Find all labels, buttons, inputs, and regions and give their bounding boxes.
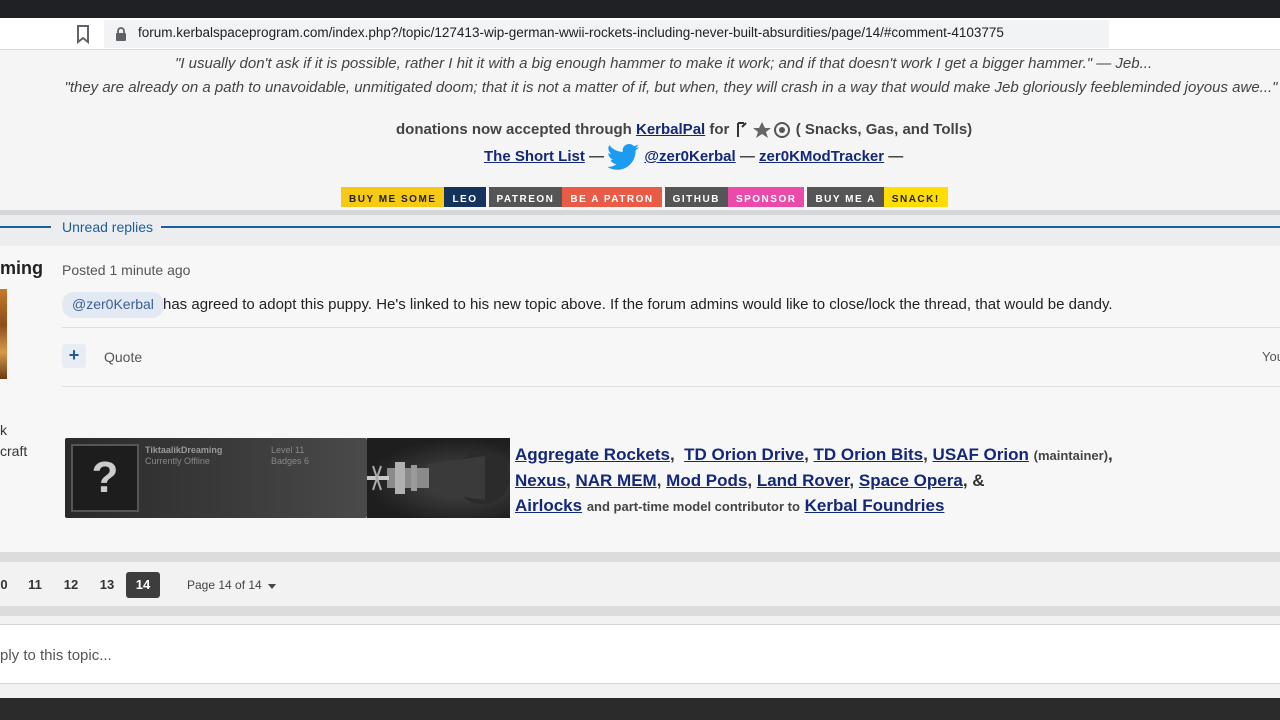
divider bbox=[62, 386, 1280, 387]
mod-pods-link[interactable]: Mod Pods bbox=[666, 471, 747, 490]
support-badge[interactable]: BUY ME SOME LEO bbox=[341, 187, 486, 207]
td-orion-bits-link[interactable]: TD Orion Bits bbox=[814, 445, 924, 464]
page-link-active[interactable]: 14 bbox=[126, 572, 160, 598]
caret-down-icon bbox=[268, 583, 277, 589]
quote-button[interactable]: Quote bbox=[104, 349, 142, 365]
donations-prefix: donations now accepted through bbox=[396, 121, 636, 138]
question-mark-icon: ? bbox=[71, 444, 139, 512]
profile-status: Currently Offline bbox=[145, 456, 210, 466]
reaction-partial-text: You bbox=[1262, 349, 1280, 364]
nexus-link[interactable]: Nexus bbox=[515, 471, 566, 490]
post-timestamp: Posted 1 minute ago bbox=[62, 262, 190, 278]
divider-line-right bbox=[161, 226, 1280, 228]
posted-time[interactable]: 1 minute ago bbox=[109, 262, 190, 278]
previous-post-signature: "I usually don't ask if it is possible, … bbox=[0, 50, 1280, 210]
pagination: 0 11 12 13 14 Page 14 of 14 bbox=[0, 562, 1280, 606]
ampersand: , & bbox=[962, 471, 985, 490]
posted-prefix: Posted bbox=[62, 262, 110, 278]
reply-placeholder[interactable]: ply to this topic... bbox=[0, 647, 112, 664]
badge-right-label: SNACK! bbox=[883, 187, 948, 207]
donations-suffix: ( Snacks, Gas, and Tolls) bbox=[795, 121, 973, 138]
short-list-link[interactable]: The Short List bbox=[484, 148, 585, 165]
badge-left-label: BUY ME A bbox=[807, 187, 884, 207]
kerbalpal-link[interactable]: KerbalPal bbox=[636, 121, 705, 138]
browser-address-bar: forum.kerbalspaceprogram.com/index.php?/… bbox=[0, 18, 1280, 50]
profile-level: Level 11 bbox=[271, 445, 305, 455]
page-link[interactable]: 12 bbox=[58, 572, 84, 598]
support-badges: BUY ME SOME LEO PATREON BE A PATRON GITHUB SP… bbox=[341, 187, 951, 207]
kerbal-foundries-link[interactable]: Kerbal Foundries bbox=[805, 496, 945, 515]
url-text[interactable]: forum.kerbalspaceprogram.com/index.php?/… bbox=[138, 25, 1004, 40]
rocket-engine-icon bbox=[367, 452, 510, 504]
twitter-handle-link[interactable]: @zer0Kerbal bbox=[644, 148, 735, 165]
support-badge[interactable]: PATREON BE A PATRON bbox=[488, 187, 662, 207]
badge-left-label: PATREON bbox=[488, 187, 563, 207]
divider-inner bbox=[0, 215, 1280, 246]
bottom-bar bbox=[0, 698, 1280, 720]
section-separator bbox=[0, 606, 1280, 616]
airlocks-link[interactable]: Airlocks bbox=[515, 496, 582, 515]
profile-name: TiktaalikDreaming bbox=[145, 445, 223, 455]
page-of-label: Page 14 of 14 bbox=[187, 578, 262, 592]
donations-line: donations now accepted through KerbalPal… bbox=[396, 121, 972, 139]
author-info-partial: craft bbox=[0, 443, 28, 459]
badge-right-label: SPONSOR bbox=[727, 187, 805, 207]
dash: — bbox=[884, 148, 904, 165]
user-mention[interactable]: @zer0Kerbal bbox=[62, 292, 164, 318]
maintainer-note: (maintainer) bbox=[1033, 448, 1109, 463]
dash: — bbox=[735, 148, 760, 165]
avatar[interactable] bbox=[0, 289, 7, 379]
badge-right-label: BE A PATRON bbox=[562, 187, 662, 207]
dash: — bbox=[584, 148, 609, 165]
usaf-orion-link[interactable]: USAF Orion bbox=[933, 445, 1029, 464]
page-jump-dropdown[interactable]: Page 14 of 14 bbox=[187, 578, 277, 592]
jeb-quote-2: "they are already on a path to unavoidab… bbox=[64, 79, 1278, 96]
space-opera-link[interactable]: Space Opera bbox=[859, 471, 963, 490]
mod-list: Aggregate Rockets, TD Orion Drive, TD Or… bbox=[515, 445, 1113, 515]
page-link[interactable]: 13 bbox=[94, 572, 120, 598]
badge-right-label: LEO bbox=[444, 187, 486, 207]
forum-post: ming Posted 1 minute ago @zer0Kerbal has… bbox=[0, 246, 1280, 552]
support-badge[interactable]: BUY ME A SNACK! bbox=[807, 187, 948, 207]
reply-editor[interactable]: ply to this topic... bbox=[0, 624, 1280, 684]
contributor-note: and part-time model contributor to bbox=[586, 499, 800, 514]
support-badge[interactable]: GITHUB SPONSOR bbox=[664, 187, 805, 207]
jeb-quote-1: "I usually don't ask if it is possible, … bbox=[175, 55, 1153, 72]
td-orion-drive-link[interactable]: TD Orion Drive bbox=[684, 445, 804, 464]
steam-profile-card[interactable]: ? TiktaalikDreaming Currently Offline Le… bbox=[65, 438, 367, 518]
profile-badges: Badges 6 bbox=[271, 456, 310, 466]
rocket-engine-image bbox=[367, 438, 510, 518]
unread-replies-label: Unread replies bbox=[62, 219, 154, 235]
author-info-partial: k bbox=[0, 422, 7, 438]
bookmark-icon[interactable] bbox=[74, 24, 92, 44]
mod-tracker-link[interactable]: zer0KModTracker bbox=[759, 148, 884, 165]
unread-replies-divider: Unread replies bbox=[0, 210, 1280, 246]
land-rover-link[interactable]: Land Rover bbox=[757, 471, 850, 490]
post-author-name[interactable]: ming bbox=[0, 258, 43, 279]
divider bbox=[62, 327, 1280, 328]
browser-top-bar bbox=[0, 0, 1280, 18]
divider-line-left bbox=[0, 226, 51, 228]
twitter-icon[interactable] bbox=[607, 143, 640, 171]
page-link[interactable]: 0 bbox=[0, 572, 11, 598]
section-separator bbox=[0, 552, 1280, 562]
donations-for: for bbox=[705, 121, 734, 138]
lock-icon[interactable] bbox=[114, 26, 128, 42]
short-list-line: The Short List — @zer0Kerbal — zer0KModT… bbox=[484, 143, 903, 171]
donation-emblems-icon bbox=[736, 122, 790, 139]
page-link[interactable]: 11 bbox=[22, 572, 48, 598]
post-message: has agreed to adopt this puppy. He's lin… bbox=[163, 296, 1113, 313]
badge-left-label: BUY ME SOME bbox=[341, 187, 445, 207]
multiquote-plus-button[interactable]: + bbox=[62, 344, 86, 368]
badge-left-label: GITHUB bbox=[664, 187, 728, 207]
aggregate-rockets-link[interactable]: Aggregate Rockets bbox=[515, 445, 670, 464]
nar-mem-link[interactable]: NAR MEM bbox=[575, 471, 656, 490]
